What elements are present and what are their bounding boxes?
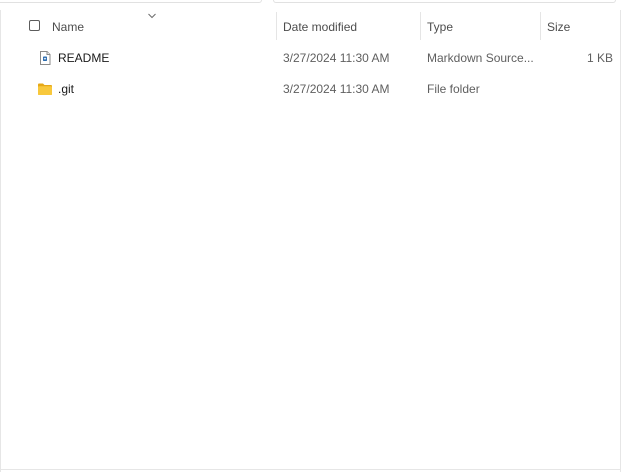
pane-bottom-border xyxy=(0,469,621,470)
file-date-modified: 3/27/2024 11:30 AM xyxy=(283,51,390,65)
table-row[interactable]: README 3/27/2024 11:30 AM Markdown Sourc… xyxy=(0,43,621,73)
toolbar-edge-left xyxy=(0,0,262,3)
file-type: File folder xyxy=(427,82,480,96)
file-name: README xyxy=(58,51,110,65)
file-size xyxy=(547,74,613,104)
file-list-view: Name Date modified Type Size README 3/27… xyxy=(0,0,621,472)
column-header-name[interactable]: Name xyxy=(52,12,84,42)
file-name: .git xyxy=(58,82,75,96)
table-row[interactable]: .git 3/27/2024 11:30 AM File folder xyxy=(0,74,621,104)
folder-icon xyxy=(38,83,52,95)
column-divider[interactable] xyxy=(540,12,541,40)
chevron-down-icon[interactable] xyxy=(147,12,157,20)
file-type: Markdown Source... xyxy=(427,51,534,65)
column-header-size[interactable]: Size xyxy=(547,12,570,42)
file-size: 1 KB xyxy=(586,51,613,65)
toolbar-edge-right xyxy=(273,0,616,3)
column-divider[interactable] xyxy=(276,12,277,40)
column-divider[interactable] xyxy=(420,12,421,40)
file-date-modified: 3/27/2024 11:30 AM xyxy=(283,82,390,96)
select-all-checkbox[interactable] xyxy=(29,20,40,31)
markdown-file-icon xyxy=(40,51,51,65)
column-header-date-modified[interactable]: Date modified xyxy=(283,12,357,42)
column-header-type[interactable]: Type xyxy=(427,12,453,42)
column-header-row: Name Date modified Type Size xyxy=(0,12,621,42)
